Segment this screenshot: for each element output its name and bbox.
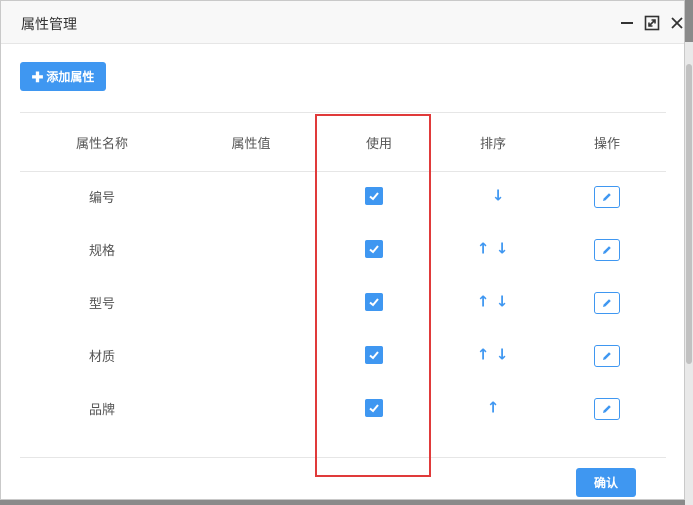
close-icon[interactable] xyxy=(668,14,686,32)
plus-icon: ✚ xyxy=(31,68,44,85)
check-icon xyxy=(369,298,379,307)
edit-button[interactable] xyxy=(594,345,620,367)
arrow-down-icon[interactable]: ↓ xyxy=(496,294,509,310)
pencil-icon xyxy=(603,405,611,413)
use-checkbox[interactable] xyxy=(365,399,383,417)
header-actions: 操作 xyxy=(593,137,621,152)
header-use: 使用 xyxy=(365,137,393,152)
pencil-icon xyxy=(603,246,611,254)
use-checkbox[interactable] xyxy=(365,346,383,364)
dialog-titlebar: 属性管理 xyxy=(1,1,684,44)
pencil-icon xyxy=(603,193,611,201)
attribute-name-cell: 材质 xyxy=(88,350,116,365)
arrow-down-icon[interactable]: ↓ xyxy=(496,347,509,363)
edit-button[interactable] xyxy=(594,239,620,261)
scrollbar-thumb[interactable] xyxy=(686,64,692,364)
use-checkbox[interactable] xyxy=(365,187,383,205)
check-icon xyxy=(369,404,379,413)
confirm-button[interactable]: 确认 xyxy=(576,468,636,497)
edit-button[interactable] xyxy=(594,292,620,314)
attribute-name-cell: 规格 xyxy=(88,244,116,259)
arrow-down-icon[interactable]: ↓ xyxy=(492,188,505,204)
use-checkbox[interactable] xyxy=(365,293,383,311)
header-attribute-value: 属性值 xyxy=(231,137,271,152)
header-sort: 排序 xyxy=(479,137,507,152)
attribute-name-cell: 型号 xyxy=(88,297,116,312)
maximize-icon[interactable] xyxy=(643,14,661,32)
edit-button[interactable] xyxy=(594,186,620,208)
check-icon xyxy=(369,351,379,360)
arrow-up-icon[interactable]: ↑ xyxy=(477,347,490,363)
attribute-name-cell: 编号 xyxy=(88,191,116,206)
add-attribute-label: 添加属性 xyxy=(46,70,95,84)
table-bottom-border xyxy=(20,457,666,458)
use-checkbox[interactable] xyxy=(365,240,383,258)
minimize-icon[interactable] xyxy=(618,14,636,32)
table-top-border xyxy=(20,112,666,113)
pencil-icon xyxy=(603,352,611,360)
check-icon xyxy=(369,245,379,254)
arrow-up-icon[interactable]: ↑ xyxy=(477,294,490,310)
dialog-title: 属性管理 xyxy=(21,17,77,33)
attribute-dialog: 属性管理 ✚ 添加属性 属性名称 属性值 使用 排序 操作 编号 ↓ 规格 ↑ … xyxy=(0,0,685,500)
check-icon xyxy=(369,192,379,201)
table-header-divider xyxy=(20,171,666,172)
edit-button[interactable] xyxy=(594,398,620,420)
arrow-up-icon[interactable]: ↑ xyxy=(487,400,500,416)
attribute-name-cell: 品牌 xyxy=(88,403,116,418)
pencil-icon xyxy=(603,299,611,307)
arrow-down-icon[interactable]: ↓ xyxy=(496,241,509,257)
add-attribute-button[interactable]: ✚ 添加属性 xyxy=(20,62,106,91)
arrow-up-icon[interactable]: ↑ xyxy=(477,241,490,257)
header-attribute-name: 属性名称 xyxy=(75,137,129,152)
scrollbar[interactable] xyxy=(685,42,693,505)
